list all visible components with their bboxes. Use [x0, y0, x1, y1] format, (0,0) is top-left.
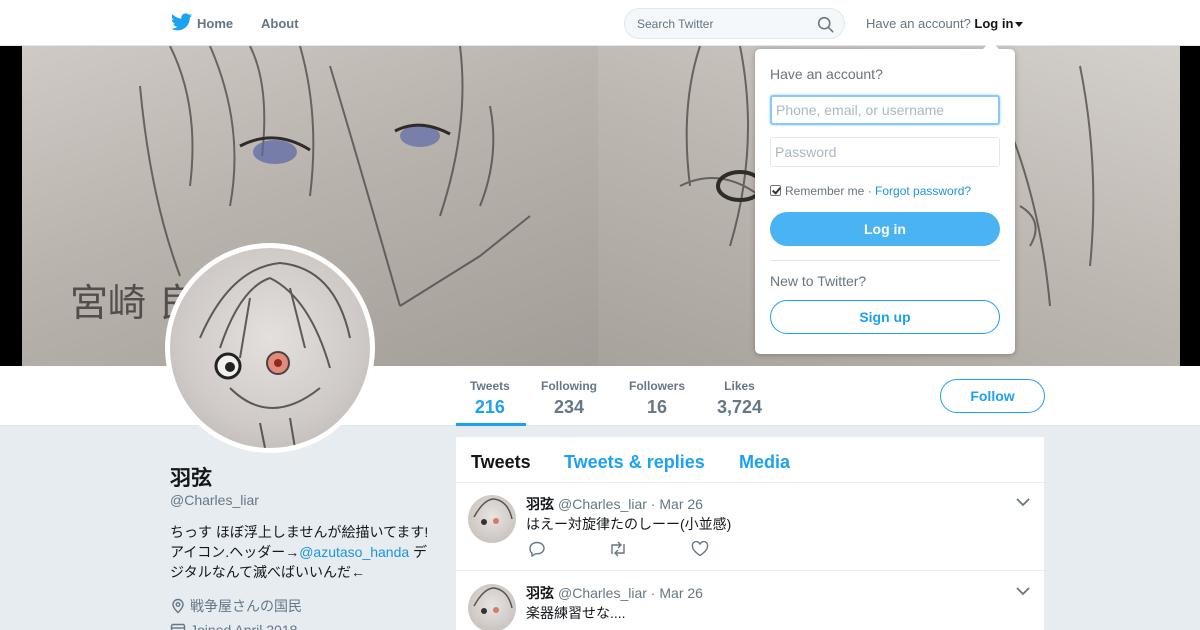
profile-joined: Joined April 2018: [170, 622, 297, 630]
divider: [770, 260, 1000, 261]
profile-handle[interactable]: @Charles_liar: [170, 492, 259, 508]
avatar-sketch: [199, 261, 351, 448]
password-field[interactable]: [770, 137, 1000, 167]
tweet-actions: [528, 540, 767, 562]
tweet-author-handle[interactable]: @Charles_liar: [558, 496, 647, 512]
follow-button[interactable]: Follow: [940, 379, 1045, 413]
caret-down-icon: [1015, 22, 1024, 28]
tweet-avatar[interactable]: [468, 584, 516, 630]
stat-likes[interactable]: Likes 3,724: [717, 379, 762, 418]
bio-line: ちっす ほぼ浮上しませんが絵描いてます!: [170, 524, 429, 540]
stat-label: Following: [541, 379, 597, 393]
remember-me-label[interactable]: Remember me: [785, 184, 864, 198]
tab-tweets-and-replies[interactable]: Tweets & replies: [564, 452, 705, 473]
location-text: 戦争屋さんの国民: [190, 598, 302, 614]
signup-button[interactable]: Sign up: [770, 300, 1000, 334]
profile-avatar[interactable]: [165, 243, 375, 453]
active-stat-underline: [456, 423, 526, 426]
login-dropdown: Have an account? Remember me · Forgot pa…: [755, 41, 1015, 354]
forgot-password-link[interactable]: Forgot password?: [875, 184, 971, 198]
stat-label: Likes: [724, 379, 755, 393]
tweet-avatar[interactable]: [468, 495, 516, 543]
profile-location: 戦争屋さんの国民: [170, 596, 302, 616]
search-icon[interactable]: [817, 16, 834, 33]
separator-dot: ·: [864, 184, 876, 198]
tweet-author-name[interactable]: 羽弦: [526, 496, 554, 512]
tweet-date[interactable]: Mar 26: [659, 585, 703, 601]
stat-followers[interactable]: Followers 16: [629, 379, 685, 418]
stat-value: 16: [646, 397, 668, 417]
bio-text: デ: [409, 544, 428, 560]
tweet-author-name[interactable]: 羽弦: [526, 585, 554, 601]
account-menu[interactable]: Have an account? Log in: [866, 16, 1024, 31]
location-pin-icon: [172, 598, 184, 614]
profile-bio: ちっす ほぼ浮上しませんが絵描いてます! アイコン.ヘッダー→@azutaso_…: [170, 522, 440, 582]
stat-value: 3,724: [717, 397, 763, 417]
tweet-header: 羽弦 @Charles_liar · Mar 26: [526, 585, 703, 601]
bio-line: ジタルなんて滅べばいいんだ←: [170, 564, 366, 580]
profile-name[interactable]: 羽弦: [170, 462, 212, 492]
remember-me-row: Remember me · Forgot password?: [770, 184, 971, 198]
account-prompt: Have an account?: [866, 16, 971, 31]
joined-text: Joined April 2018: [190, 622, 298, 630]
login-button[interactable]: Log in: [770, 212, 1000, 246]
tweet-item[interactable]: 羽弦 @Charles_liar · Mar 26 はえー対旋律たのしーー(小並感…: [456, 483, 1044, 571]
stat-label: Followers: [629, 379, 686, 393]
tweet-text: はえー対旋律たのしーー(小並感): [526, 516, 732, 532]
tab-media[interactable]: Media: [739, 452, 790, 473]
stat-label: Tweets: [470, 379, 510, 393]
chevron-down-icon[interactable]: [1016, 586, 1030, 596]
tweet-item[interactable]: 羽弦 @Charles_liar · Mar 26 楽器練習せな....: [456, 572, 1044, 630]
stat-value: 234: [553, 397, 585, 417]
search-input[interactable]: Search Twitter: [624, 8, 845, 39]
nav-about-link[interactable]: About: [261, 16, 299, 31]
like-heart-icon[interactable]: [691, 540, 709, 557]
bio-mention-link[interactable]: @azutaso_handa: [299, 544, 409, 560]
new-to-twitter-label: New to Twitter?: [770, 273, 867, 289]
calendar-icon: [170, 623, 186, 630]
timeline: Tweets Tweets & replies Media 羽弦 @Charles…: [456, 437, 1044, 630]
login-menu-link[interactable]: Log in: [974, 16, 1013, 31]
username-field[interactable]: [770, 95, 1000, 125]
stat-following[interactable]: Following 234: [541, 379, 597, 418]
nav-home-link[interactable]: Home: [197, 16, 233, 31]
login-dropdown-title: Have an account?: [770, 66, 883, 82]
tweet-author-handle[interactable]: @Charles_liar: [558, 585, 647, 601]
tweet-header: 羽弦 @Charles_liar · Mar 26: [526, 496, 703, 512]
tweet-date[interactable]: Mar 26: [659, 496, 703, 512]
chevron-down-icon[interactable]: [1016, 497, 1030, 507]
stat-value: 216: [474, 397, 505, 417]
search-placeholder: Search Twitter: [637, 17, 714, 31]
tweet-text: 楽器練習せな....: [526, 605, 626, 621]
top-navigation-bar: Home About Search Twitter Have an accoun…: [0, 0, 1200, 46]
retweet-icon[interactable]: [608, 541, 628, 557]
timeline-tabs: Tweets Tweets & replies Media: [456, 437, 1044, 483]
stat-tweets[interactable]: Tweets 216: [470, 379, 510, 418]
bio-text: アイコン.ヘッダー→: [170, 544, 300, 560]
reply-icon[interactable]: [528, 541, 546, 558]
twitter-bird-icon[interactable]: [171, 13, 192, 31]
remember-me-checkbox[interactable]: [770, 185, 781, 196]
tab-tweets[interactable]: Tweets: [471, 452, 531, 473]
